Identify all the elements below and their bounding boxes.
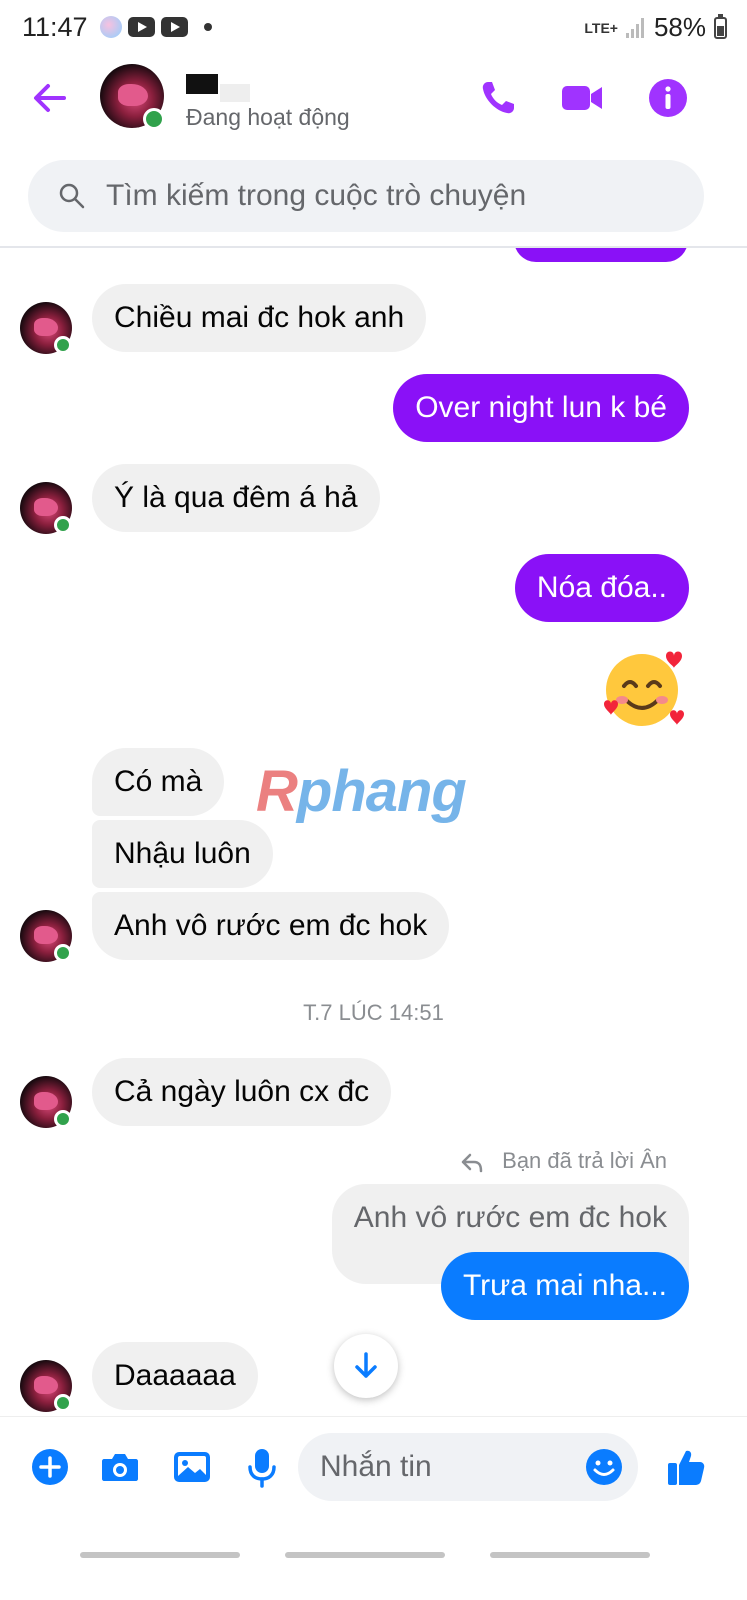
message-bubble-received[interactable]: Nhậu luôn [92,820,273,888]
more-notifications-icon [204,23,212,31]
reply-arrow-icon [461,1153,483,1173]
online-indicator [54,1394,72,1412]
nav-back-handle[interactable] [490,1552,650,1558]
battery-percent: 58% [653,12,706,42]
info-icon[interactable] [646,76,690,120]
online-indicator [54,516,72,534]
status-indicators: LTE+ 58% [584,12,727,43]
watermark: Rphang [256,759,467,824]
youtube-notification-icon [128,17,155,37]
message-bubble-sent[interactable]: Trưa mai nha... [440,1252,689,1320]
nav-home-handle[interactable] [285,1552,445,1558]
search-icon [59,183,85,209]
status-time: 11:47 [22,12,88,42]
thumbs-up-icon[interactable] [664,1445,708,1489]
nav-recents-handle[interactable] [80,1552,240,1558]
online-indicator [54,1110,72,1128]
signal-icon [625,17,646,38]
online-indicator [54,944,72,962]
conversation-header: Đang hoạt động [0,56,747,142]
phone-icon[interactable] [476,76,520,120]
scroll-to-bottom-button[interactable] [334,1334,398,1398]
search-input[interactable] [106,160,686,232]
network-type: LTE+ [584,19,618,36]
message-bubble-received[interactable]: Anh vô rước em đc hok [92,892,450,960]
image-icon[interactable] [170,1445,214,1489]
plus-circle-icon[interactable] [28,1445,72,1489]
message-input[interactable] [320,1433,570,1501]
smiling-face-with-hearts-icon[interactable] [600,644,688,732]
message-list[interactable]: Chiều mai đc hok anh Over night lun k bé… [0,248,747,1416]
message-bubble-sent[interactable]: Over night lun k bé [393,374,689,442]
message-bubble-received[interactable]: Ý là qua đêm á hả [92,464,380,532]
message-bubble-sent-partial[interactable] [514,248,688,262]
messenger-notification-icon [100,16,122,38]
youtube-notification-icon [161,17,188,37]
online-indicator [54,336,72,354]
message-bubble-sent[interactable]: Nóa đóa.. [514,554,689,622]
back-arrow-icon[interactable] [28,76,72,120]
system-navigation-bar [0,1520,747,1600]
arrow-down-icon [355,1352,377,1378]
status-notification-icons [100,16,212,38]
status-bar: 11:47 LTE+ 58% [0,0,747,56]
smiley-icon[interactable] [582,1445,626,1489]
message-bubble-received[interactable]: Cả ngày luôn cx đc [92,1058,392,1126]
message-bubble-received[interactable]: Có mà [92,748,225,816]
online-indicator [143,108,165,130]
battery-icon [714,13,727,39]
conversation-search[interactable] [28,160,704,232]
message-timestamp: T.7 LÚC 14:51 [303,1000,444,1025]
microphone-icon[interactable] [240,1445,284,1489]
active-status: Đang hoạt động [186,104,350,130]
message-bubble-received[interactable]: Daaaaaa [92,1342,258,1410]
message-input-box[interactable] [298,1433,638,1501]
reply-label: Bạn đã trả lời Ân [502,1148,667,1173]
message-bubble-received[interactable]: Chiều mai đc hok anh [92,284,427,352]
contact-name-redacted[interactable] [186,70,266,106]
message-composer [0,1416,747,1520]
video-camera-icon[interactable] [560,76,604,120]
camera-icon[interactable] [98,1445,142,1489]
